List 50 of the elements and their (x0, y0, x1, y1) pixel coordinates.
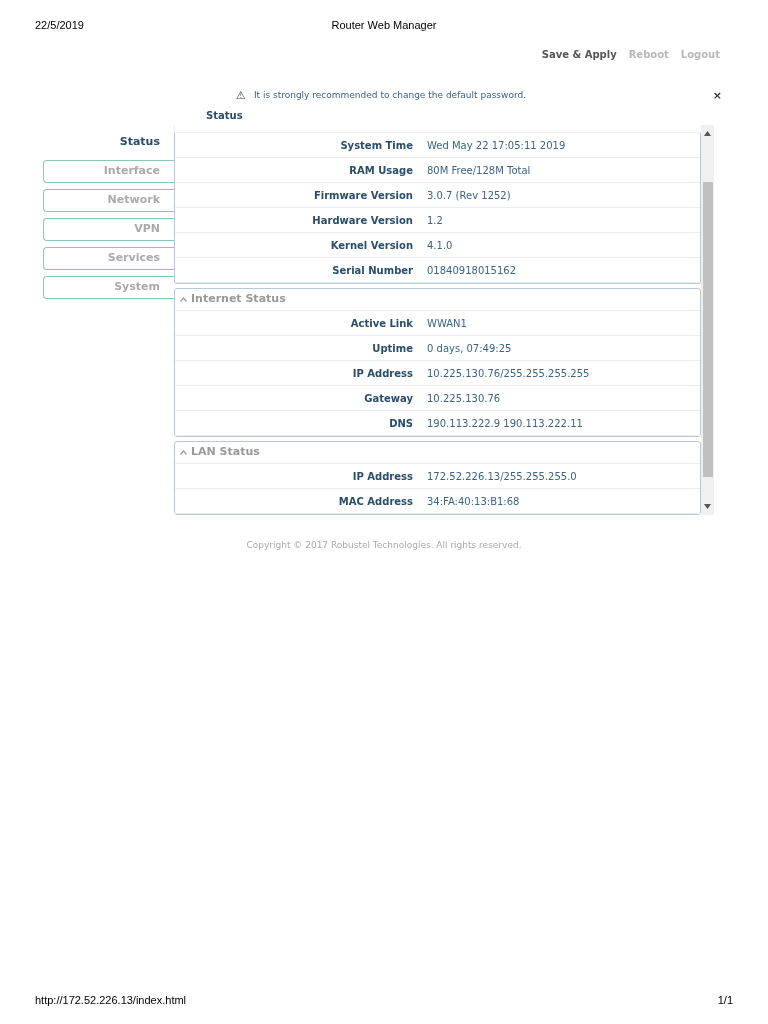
copyright-text: Copyright © 2017 Robustel Technologies. All rights reserved. (246, 539, 522, 552)
field-value: Wed May 22 17:05:11 2019 (427, 138, 566, 153)
scroll-up-icon[interactable] (704, 131, 711, 136)
print-title: Router Web Manager (331, 18, 437, 33)
field-label: Hardware Version (311, 213, 414, 228)
header-action-link[interactable]: Save & Apply (541, 46, 617, 62)
print-date: 22/5/2019 (35, 18, 85, 33)
section-header[interactable]: Internet Status (180, 291, 286, 308)
print-url: http://172.52.226.13/index.html (35, 992, 187, 1008)
field-label: Kernel Version (329, 238, 414, 253)
sidebar-item[interactable]: System (43, 276, 174, 299)
chevron-up-icon (180, 297, 187, 302)
scrollbar-thumb[interactable] (702, 182, 713, 477)
sidebar-item[interactable]: VPN (43, 218, 174, 241)
sidebar-item[interactable]: Status (43, 131, 174, 154)
field-value: WWAN1 (427, 316, 467, 331)
field-label: MAC Address (337, 494, 414, 509)
page-title: Status (206, 109, 243, 123)
field-value: 172.52.226.13/255.255.255.0 (427, 469, 577, 484)
close-button[interactable]: × (712, 87, 722, 104)
field-label: RAM Usage (348, 163, 414, 178)
field-label: System Time (339, 138, 414, 153)
field-label: Gateway (363, 391, 414, 406)
field-value: 80M Free/128M Total (427, 163, 531, 178)
field-value: 01840918015162 (427, 263, 517, 278)
field-value: 3.0.7 (Rev 1252) (427, 188, 511, 203)
field-label: Serial Number (331, 263, 414, 278)
field-value: 4.1.0 (427, 238, 453, 253)
warning-icon: ⚠ (236, 87, 246, 104)
field-label: Active Link (349, 316, 414, 331)
field-value: 34:FA:40:13:B1:68 (427, 494, 520, 509)
field-value: 0 days, 07:49:25 (427, 341, 512, 356)
section-header[interactable]: LAN Status (180, 444, 260, 461)
scroll-down-icon[interactable] (704, 504, 711, 509)
sidebar-item[interactable]: Services (43, 247, 174, 270)
field-value: 10.225.130.76 (427, 391, 501, 406)
page-number: 1/1 (717, 992, 733, 1008)
sidebar-item[interactable]: Network (43, 189, 174, 212)
field-label: Firmware Version (312, 188, 414, 203)
field-label: IP Address (351, 366, 414, 381)
field-label: IP Address (351, 469, 414, 484)
chevron-up-icon (180, 450, 187, 455)
alert-message: It is strongly recommended to change the default password. (253, 89, 528, 102)
scrollbar[interactable] (701, 125, 714, 515)
field-label: Uptime (371, 341, 414, 356)
sidebar-item[interactable]: Interface (43, 160, 174, 183)
field-value: 190.113.222.9 190.113.222.11 (427, 416, 583, 431)
field-value: 10.225.130.76/255.255.255.255 (427, 366, 590, 381)
field-label: DNS (388, 416, 414, 431)
field-value: 1.2 (427, 213, 443, 228)
